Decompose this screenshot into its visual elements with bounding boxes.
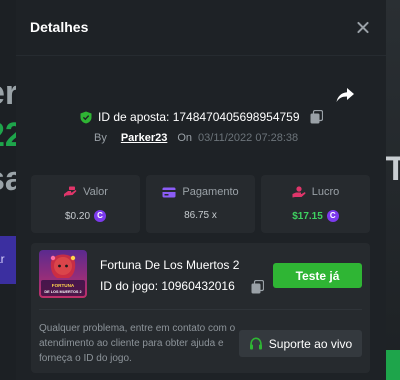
on-label: On [177,132,193,144]
live-support-button[interactable]: Suporte ao vivo [239,330,362,357]
stat-value: 86.75 x [184,210,217,221]
stat-label: Lucro [311,186,340,198]
game-id: ID do jogo: 10960432016 [100,279,235,293]
game-panel: FORTUNA DE LOS MUERTOS 2 Fortuna De Los … [31,243,370,373]
stat-card-lucro: Lucro $17.15 [261,175,370,233]
coin-icon [326,210,339,222]
card-icon [162,187,176,197]
coin-icon [94,210,107,222]
stat-label: Pagamento [182,186,239,198]
share-icon[interactable] [335,86,355,104]
live-support-label: Suporte ao vivo [268,336,353,351]
headset-icon [249,336,262,349]
svg-text:DE LOS MUERTOS 2: DE LOS MUERTOS 2 [44,290,81,294]
background-heading-fragment: T [385,150,400,188]
bet-date: 03/11/2022 07:28:38 [198,132,299,144]
support-help-text: Qualquer problema, entre em contato com … [39,323,236,364]
try-game-button[interactable]: Teste já [273,263,362,288]
divider [39,309,362,310]
stat-label: Valor [83,186,108,198]
bet-id-row: ID de aposta: 1748470405698954759 [80,108,323,126]
game-title: Fortuna De Los Muertos 2 [100,258,240,272]
by-label: By [94,132,107,144]
copy-icon[interactable] [251,280,264,294]
stat-value: $0.20 [64,210,91,222]
stat-value: $17.15 [292,210,323,222]
background-left-strip: er 22 sa ar [0,0,24,380]
money-hand-icon [64,186,77,197]
close-icon[interactable] [353,18,373,38]
svg-text:FORTUNA: FORTUNA [52,283,75,288]
modal-header: Detalhes [16,0,386,56]
hand-coin-icon [292,186,306,198]
copy-icon[interactable] [310,110,323,124]
background-right-strip: T [385,0,400,380]
username-link[interactable]: Parker23 [121,132,168,144]
stat-card-pagamento: Pagamento 86.75 x [146,175,255,233]
stat-card-valor: Valor $0.20 [31,175,140,233]
bet-meta-row: By Parker23 On 03/11/2022 07:28:38 [94,130,298,146]
bet-id-text: ID de aposta: 1748470405698954759 [98,110,300,124]
game-thumbnail[interactable]: FORTUNA DE LOS MUERTOS 2 [39,250,87,298]
shield-check-icon [80,111,92,123]
background-green-fragment [386,350,400,380]
bet-details-modal: Detalhes ID de aposta: 17484704056989547… [16,0,386,380]
modal-title: Detalhes [30,19,89,35]
background-button-fragment: ar [0,236,16,284]
